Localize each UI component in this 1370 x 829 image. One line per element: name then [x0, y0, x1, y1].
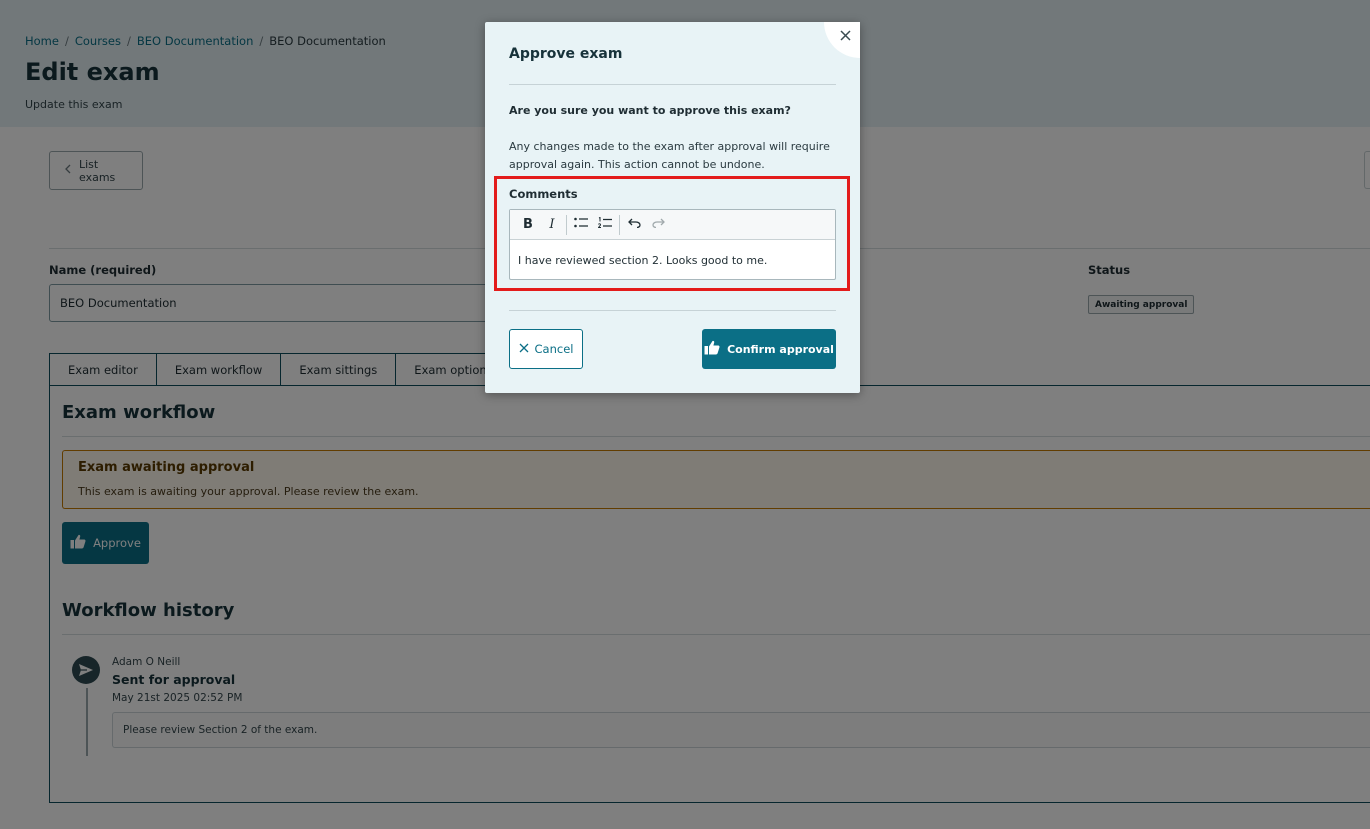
undo-button[interactable]: [622, 213, 646, 237]
numbered-list-button[interactable]: [593, 213, 617, 237]
comments-editor: B I I have reviewed section 2. Looks goo…: [509, 209, 836, 280]
bullet-list-icon: [574, 217, 588, 232]
toolbar-separator: [619, 214, 620, 235]
modal-question: Are you sure you want to approve this ex…: [509, 104, 791, 117]
divider: [509, 84, 836, 85]
confirm-approval-label: Confirm approval: [727, 342, 834, 356]
divider: [509, 310, 836, 311]
close-button[interactable]: [824, 22, 860, 58]
redo-button[interactable]: [646, 213, 670, 237]
cancel-button[interactable]: Cancel: [509, 329, 583, 369]
editor-toolbar: B I: [510, 210, 835, 240]
numbered-list-icon: [597, 216, 612, 233]
close-icon: [839, 30, 851, 44]
comments-input[interactable]: I have reviewed section 2. Looks good to…: [510, 240, 835, 280]
cancel-label: Cancel: [534, 342, 574, 356]
bullet-list-button[interactable]: [569, 213, 593, 237]
italic-button[interactable]: I: [540, 213, 564, 237]
close-icon: [519, 342, 529, 356]
toolbar-separator: [566, 214, 567, 235]
modal-description: Any changes made to the exam after appro…: [509, 140, 830, 171]
redo-icon: [651, 217, 665, 232]
confirm-approval-button[interactable]: Confirm approval: [702, 329, 836, 369]
comments-label: Comments: [509, 187, 578, 201]
approve-exam-modal: Approve exam Are you sure you want to ap…: [485, 22, 860, 393]
bold-button[interactable]: B: [516, 213, 540, 237]
thumbs-up-icon: [704, 340, 720, 358]
modal-title: Approve exam: [509, 46, 623, 62]
undo-icon: [627, 217, 641, 232]
